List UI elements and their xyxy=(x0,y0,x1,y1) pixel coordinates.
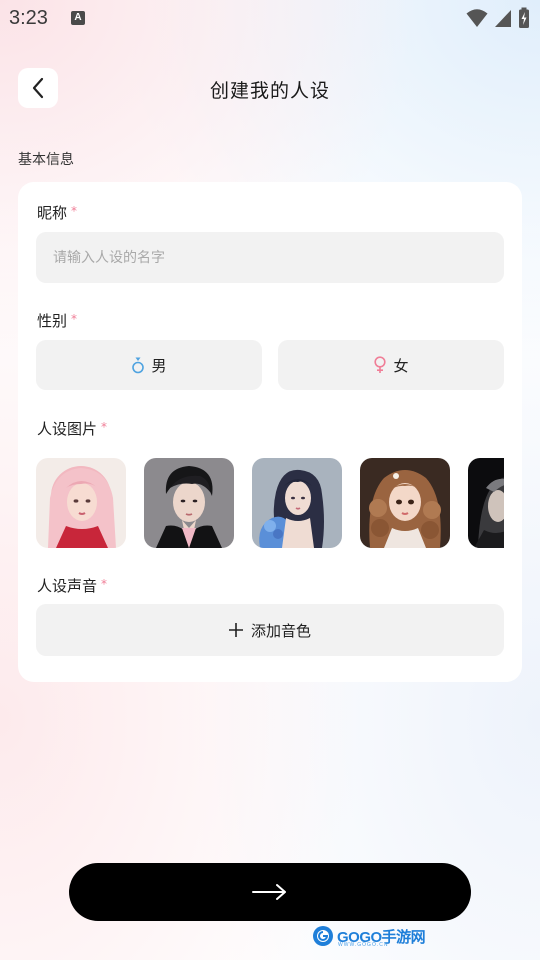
gender-label-text: 性别 xyxy=(37,312,68,330)
images-label: 人设图片 * xyxy=(37,418,107,439)
required-star: * xyxy=(101,577,108,591)
male-symbol-icon xyxy=(132,357,145,374)
voice-label-text: 人设声音 xyxy=(37,577,98,595)
status-bar: 3:23 A xyxy=(0,0,540,38)
wifi-icon xyxy=(466,9,488,27)
avatar-carousel[interactable] xyxy=(36,458,504,548)
arrow-right-icon xyxy=(252,884,286,900)
a-letter-icon: A xyxy=(71,11,85,25)
required-star: * xyxy=(71,312,78,326)
status-icons xyxy=(466,7,530,29)
basic-info-card: 昵称* 性别* 男 女 人设图片* xyxy=(18,182,522,682)
add-voice-button[interactable]: 添加音色 xyxy=(36,604,504,656)
add-voice-label: 添加音色 xyxy=(250,621,311,640)
plus-icon xyxy=(228,623,243,637)
female-symbol-icon xyxy=(374,356,387,373)
battery-charging-icon xyxy=(519,7,529,28)
gender-female-button[interactable]: 女 xyxy=(278,340,504,390)
nickname-label: 昵称 * xyxy=(37,202,77,223)
required-star: * xyxy=(101,420,108,434)
pink-hair-girl-avatar[interactable] xyxy=(36,458,126,548)
dark-hair-boy-avatar[interactable] xyxy=(144,458,234,548)
nickname-label-text: 昵称 xyxy=(37,204,68,222)
blue-dress-girl-avatar[interactable] xyxy=(252,458,342,548)
nickname-input[interactable] xyxy=(36,232,504,283)
watermark-logo: GOGO手游网 WWW.GOGO.CN xyxy=(312,925,426,948)
signal-icon xyxy=(495,10,511,27)
gender-label: 性别 * xyxy=(37,310,77,331)
next-button[interactable] xyxy=(69,863,471,921)
gogo-logo-icon xyxy=(313,926,333,946)
gender-male-label: 男 xyxy=(151,356,167,375)
silver-hair-avatar[interactable] xyxy=(468,458,504,548)
status-time: 3:23 xyxy=(9,7,48,29)
required-star: * xyxy=(71,204,78,218)
curly-hair-girl-avatar[interactable] xyxy=(360,458,450,548)
gender-female-label: 女 xyxy=(393,356,409,375)
watermark-subtext: WWW.GOGO.CN xyxy=(338,942,389,948)
gender-male-button[interactable]: 男 xyxy=(36,340,262,390)
voice-label: 人设声音 * xyxy=(37,575,107,596)
page-title: 创建我的人设 xyxy=(209,80,330,102)
images-label-text: 人设图片 xyxy=(37,420,98,438)
section-label: 基本信息 xyxy=(18,152,74,168)
